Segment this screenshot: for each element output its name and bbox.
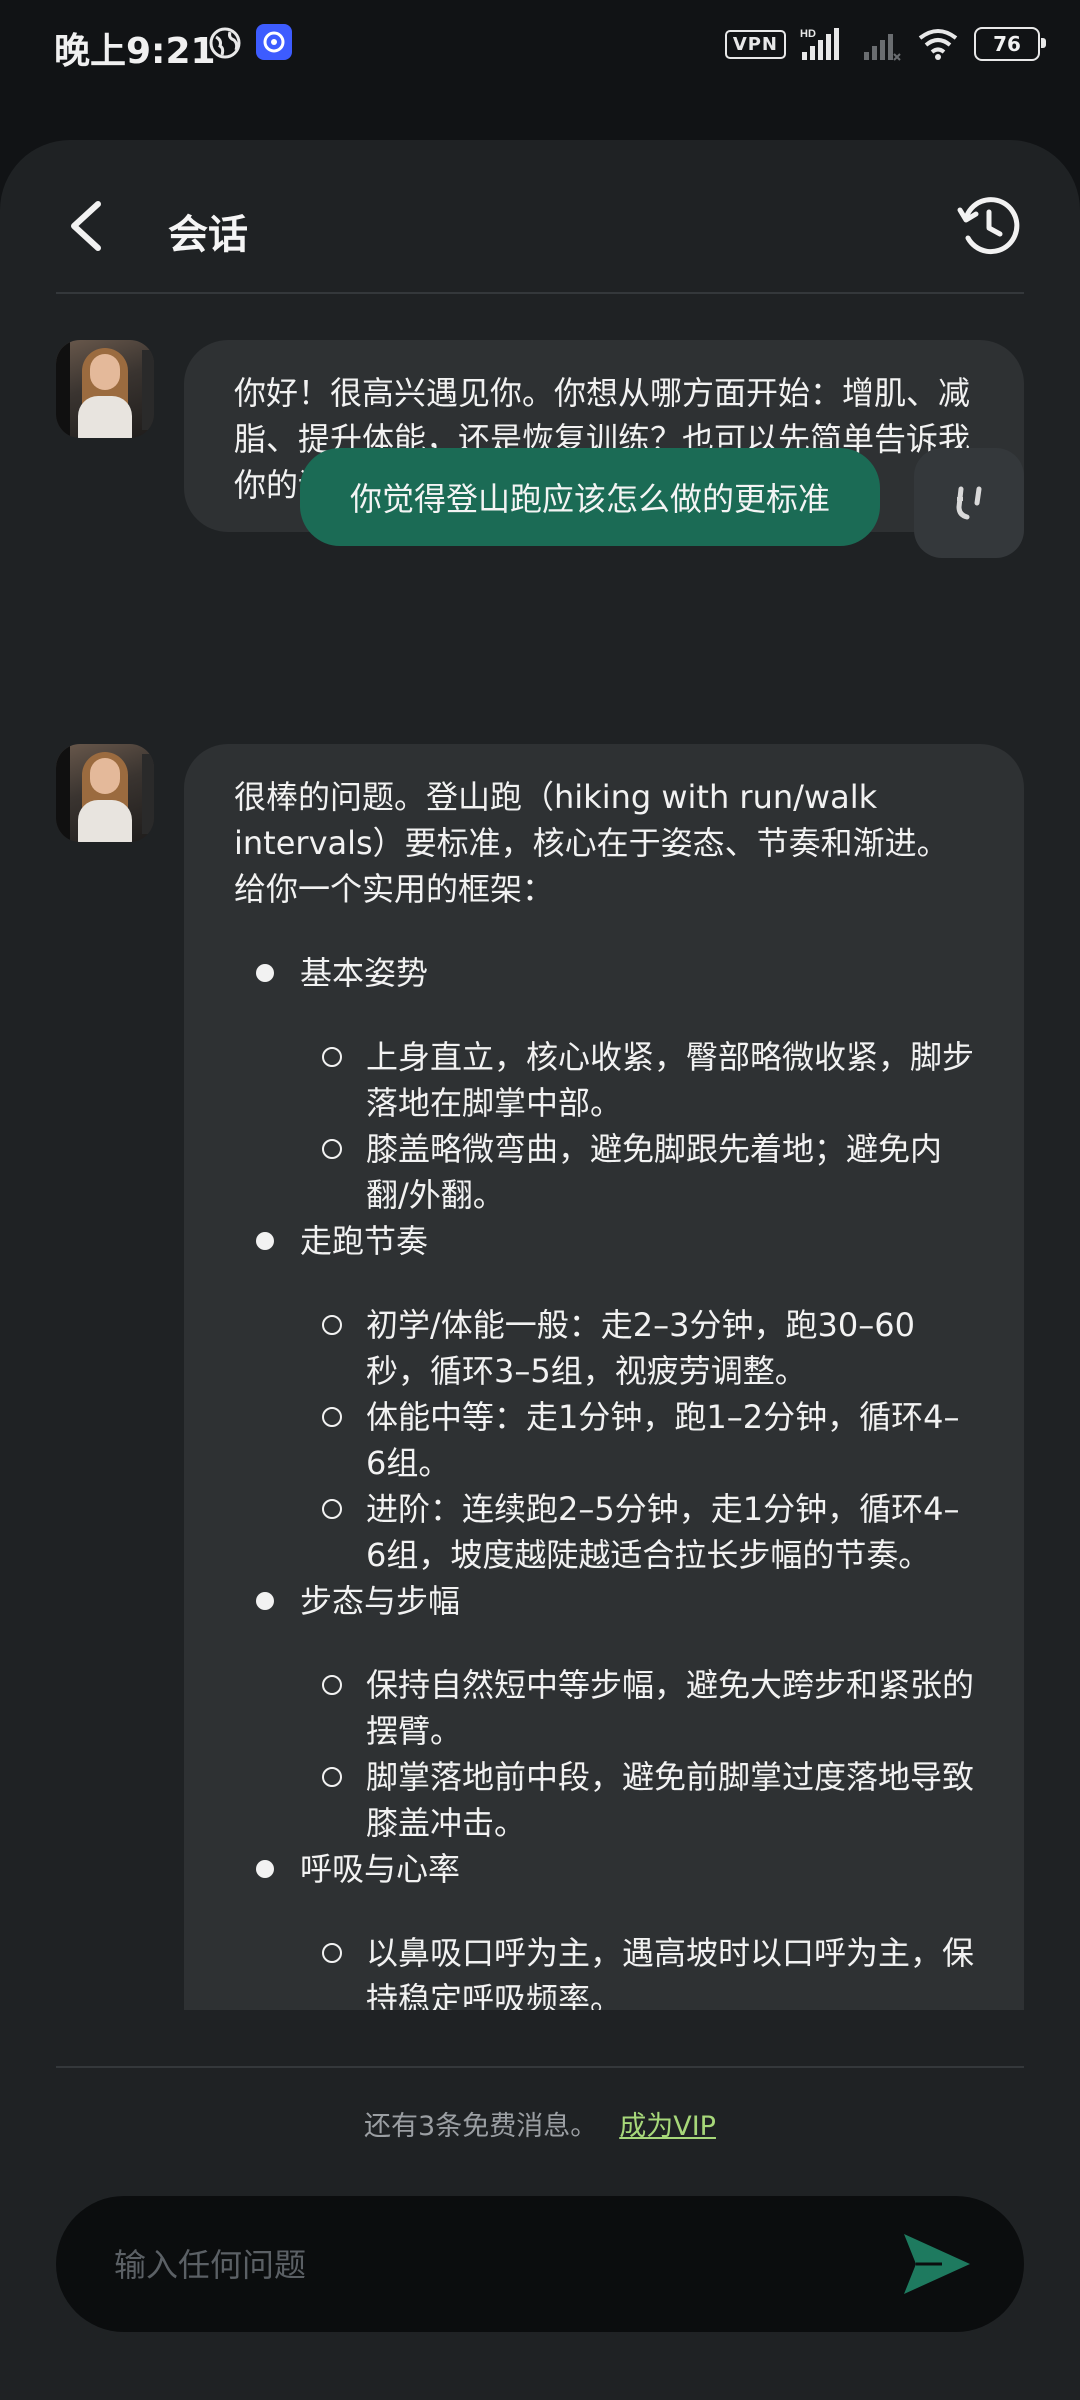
signal-weak-icon bbox=[864, 34, 901, 61]
message-input-bar bbox=[56, 2196, 1024, 2332]
list-item-text: 膝盖略微弯曲，避免脚跟先着地；避免内翻/外翻。 bbox=[366, 1130, 943, 1214]
section-1: 基本姿势 bbox=[234, 950, 978, 996]
user-avatar-icon bbox=[914, 448, 1024, 558]
bullet-circle bbox=[322, 1499, 342, 1519]
list-item-text: 以鼻吸口呼为主，遇高坡时以口呼为主，保持稳定呼吸频率。 bbox=[366, 1934, 975, 2010]
list-item: 上身直立，核心收紧，臀部略微收紧，脚步落地在脚掌中部。 bbox=[322, 1034, 978, 1126]
bullet-circle bbox=[322, 1943, 342, 1963]
network-type-label: HD bbox=[800, 28, 816, 40]
list-item-text: 初学/体能一般：走2–3分钟，跑30–60秒，循环3–5组，视疲劳调整。 bbox=[366, 1306, 915, 1390]
bullet-circle bbox=[322, 1139, 342, 1159]
bullet-circle bbox=[322, 1675, 342, 1695]
battery-level: 76 bbox=[993, 32, 1021, 56]
list-item-text: 上身直立，核心收紧，臀部略微收紧，脚步落地在脚掌中部。 bbox=[366, 1038, 975, 1122]
page-title: 会话 bbox=[168, 212, 248, 258]
list-item: 膝盖略微弯曲，避免脚跟先着地；避免内翻/外翻。 bbox=[322, 1126, 978, 1218]
list-item: 进阶：连续跑2–5分钟，走1分钟，循环4–6组，坡度越陡越适合拉长步幅的节奏。 bbox=[322, 1486, 978, 1578]
vpn-badge: VPN bbox=[724, 29, 786, 59]
become-vip-link[interactable]: 成为VIP bbox=[619, 2111, 716, 2142]
section-3: 步态与步幅 bbox=[234, 1578, 978, 1624]
bullet-circle bbox=[322, 1047, 342, 1067]
section-title: 步态与步幅 bbox=[300, 1582, 461, 1620]
answer-intro: 很棒的问题。登山跑（hiking with run/walk intervals… bbox=[234, 778, 949, 908]
status-bar: 晚上9:21 VPN HD 76 bbox=[0, 0, 1080, 90]
header-divider bbox=[56, 292, 1024, 294]
list-item: 脚掌落地前中段，避免前脚掌过度落地导致膝盖冲击。 bbox=[322, 1754, 978, 1846]
list-item-text: 脚掌落地前中段，避免前脚掌过度落地导致膝盖冲击。 bbox=[366, 1758, 975, 1842]
list-item-text: 保持自然短中等步幅，避免大跨步和紧张的摆臂。 bbox=[366, 1666, 975, 1750]
section-2: 走跑节奏 bbox=[234, 1218, 978, 1264]
bullet-dot bbox=[256, 1232, 274, 1250]
section-3-items: 保持自然短中等步幅，避免大跨步和紧张的摆臂。 脚掌落地前中段，避免前脚掌过度落地… bbox=[234, 1662, 978, 1846]
bullet-dot bbox=[256, 1860, 274, 1878]
bullet-circle bbox=[322, 1407, 342, 1427]
bullet-circle bbox=[322, 1315, 342, 1335]
assistant-avatar bbox=[56, 744, 154, 842]
send-arrow-icon[interactable] bbox=[902, 2230, 972, 2298]
list-item: 保持自然短中等步幅，避免大跨步和紧张的摆臂。 bbox=[322, 1662, 978, 1754]
section-2-items: 初学/体能一般：走2–3分钟，跑30–60秒，循环3–5组，视疲劳调整。 体能中… bbox=[234, 1302, 978, 1578]
list-item: 以鼻吸口呼为主，遇高坡时以口呼为主，保持稳定呼吸频率。 bbox=[322, 1930, 978, 2010]
list-item-text: 体能中等：走1分钟，跑1–2分钟，循环4–6组。 bbox=[366, 1398, 960, 1482]
section-4-items: 以鼻吸口呼为主，遇高坡时以口呼为主，保持稳定呼吸频率。 bbox=[234, 1930, 978, 2010]
bullet-dot bbox=[256, 1592, 274, 1610]
list-item: 初学/体能一般：走2–3分钟，跑30–60秒，循环3–5组，视疲劳调整。 bbox=[322, 1302, 978, 1394]
free-message-note: 还有3条免费消息。 成为VIP bbox=[0, 2104, 1080, 2143]
chat-header: 会话 bbox=[0, 140, 1080, 292]
assistant-avatar bbox=[56, 340, 154, 438]
free-message-count: 还有3条免费消息。 bbox=[364, 2111, 598, 2142]
section-title: 呼吸与心率 bbox=[300, 1850, 461, 1888]
assistant-answer: 很棒的问题。登山跑（hiking with run/walk intervals… bbox=[184, 744, 1024, 2010]
status-indicators: VPN HD 76 bbox=[724, 24, 1046, 64]
list-item: 体能中等：走1分钟，跑1–2分钟，循环4–6组。 bbox=[322, 1394, 978, 1486]
section-title: 基本姿势 bbox=[300, 954, 429, 992]
footer-divider bbox=[56, 2066, 1024, 2068]
app-notification-icon bbox=[256, 24, 292, 60]
status-time: 晚上9:21 bbox=[54, 31, 216, 72]
back-button[interactable] bbox=[62, 198, 112, 254]
battery-indicator: 76 bbox=[974, 27, 1046, 61]
section-4: 呼吸与心率 bbox=[234, 1846, 978, 1892]
history-clock-icon[interactable] bbox=[956, 194, 1022, 260]
user-message-text: 你觉得登山跑应该怎么做的更标准 bbox=[349, 480, 830, 518]
bullet-dot bbox=[256, 964, 274, 982]
list-item-text: 进阶：连续跑2–5分钟，走1分钟，循环4–6组，坡度越陡越适合拉长步幅的节奏。 bbox=[366, 1490, 960, 1574]
bullet-circle bbox=[322, 1767, 342, 1787]
section-1-items: 上身直立，核心收紧，臀部略微收紧，脚步落地在脚掌中部。 膝盖略微弯曲，避免脚跟先… bbox=[234, 1034, 978, 1218]
message-input[interactable] bbox=[112, 2236, 896, 2294]
section-title: 走跑节奏 bbox=[300, 1222, 429, 1260]
user-message: 你觉得登山跑应该怎么做的更标准 bbox=[300, 448, 880, 546]
globe-icon bbox=[209, 27, 241, 59]
wifi-icon bbox=[918, 29, 958, 60]
signal-strength-icon: HD bbox=[800, 28, 839, 60]
